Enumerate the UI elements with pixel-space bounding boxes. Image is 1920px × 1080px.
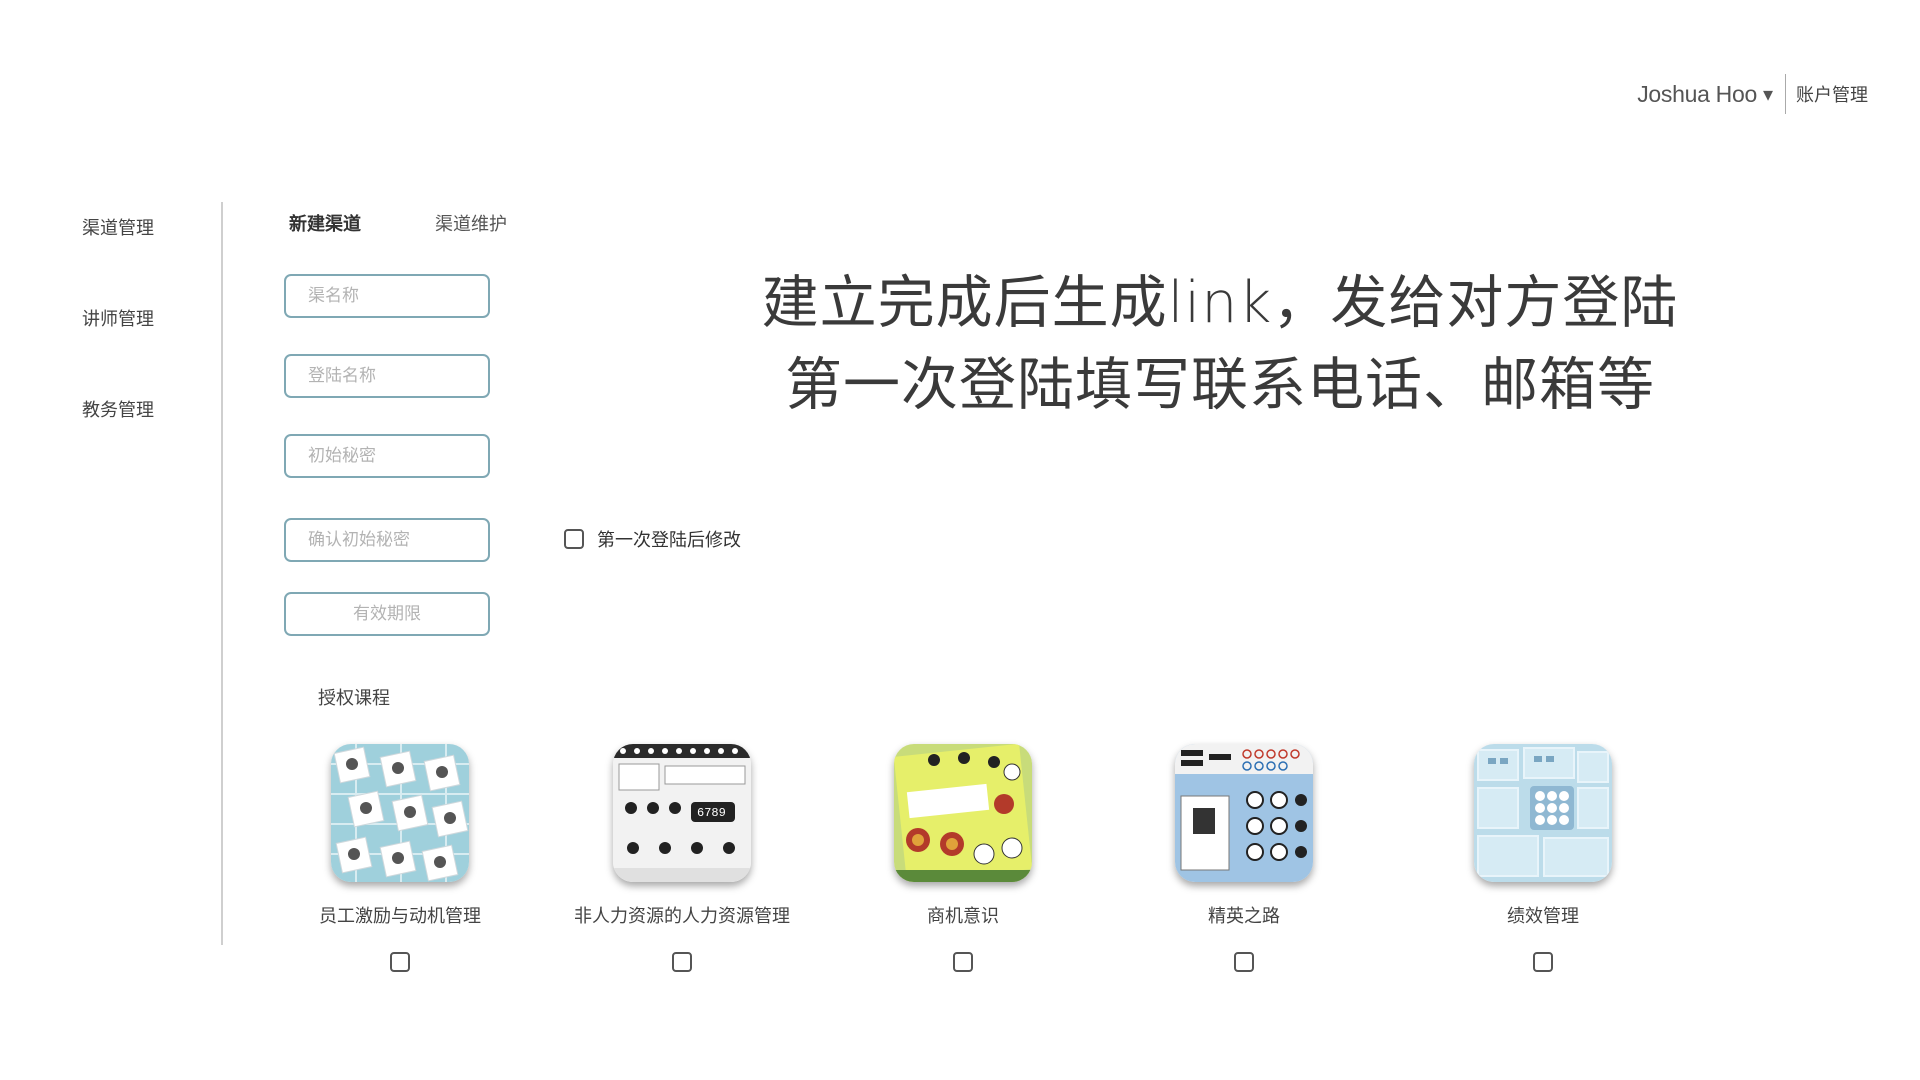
authorized-courses-title: 授权课程 (318, 688, 390, 709)
sidebar-item-lecturer[interactable]: 讲师管理 (82, 305, 154, 330)
sidebar-divider (221, 202, 223, 945)
first-login-checkbox[interactable] (564, 529, 584, 549)
chevron-down-icon[interactable]: ▾ (1763, 82, 1773, 106)
tab-new-channel[interactable]: 新建渠道 (289, 210, 361, 236)
course-label: 精英之路 (1208, 906, 1280, 927)
course-card: 精英之路 (1094, 744, 1394, 972)
elite-path-thumbnail-icon[interactable] (1175, 744, 1313, 882)
account-management-link[interactable]: 账户管理 (1796, 81, 1868, 107)
annotation-line-2: 第一次登陆填写联系电话、邮箱等 (785, 352, 1655, 418)
employee-motivation-thumbnail-icon[interactable] (331, 744, 469, 882)
channel-name-input[interactable] (284, 274, 490, 318)
confirm-password-input[interactable] (284, 518, 490, 562)
user-name[interactable]: Joshua Hoo (1637, 81, 1757, 108)
login-name-input[interactable] (284, 354, 490, 398)
course-checkbox[interactable] (672, 952, 692, 972)
valid-period-input[interactable] (284, 592, 490, 636)
course-checkbox[interactable] (953, 952, 973, 972)
course-label: 绩效管理 (1507, 906, 1579, 927)
sidebar: 渠道管理 讲师管理 教务管理 (82, 214, 154, 487)
sidebar-item-channel[interactable]: 渠道管理 (82, 214, 154, 239)
course-checkbox[interactable] (390, 952, 410, 972)
course-card: 绩效管理 (1393, 744, 1693, 972)
course-checkbox[interactable] (1234, 952, 1254, 972)
business-opportunity-thumbnail-icon[interactable] (894, 744, 1032, 882)
course-checkbox[interactable] (1533, 952, 1553, 972)
user-area: Joshua Hoo ▾ 账户管理 (1637, 74, 1868, 114)
annotation-line-1: 建立完成后生成link，发给对方登陆 (761, 270, 1679, 336)
performance-management-thumbnail-icon[interactable] (1474, 744, 1612, 882)
course-card: 商机意识 (813, 744, 1113, 972)
sidebar-item-academic[interactable]: 教务管理 (82, 396, 154, 421)
svg-text:6789: 6789 (697, 806, 726, 820)
first-login-label: 第一次登陆后修改 (597, 530, 741, 551)
initial-password-input[interactable] (284, 434, 490, 478)
header-divider (1785, 74, 1786, 114)
hr-for-non-hr-thumbnail-icon[interactable]: 6789 (613, 744, 751, 882)
course-label: 员工激励与动机管理 (319, 906, 481, 927)
tab-channel-maintenance[interactable]: 渠道维护 (435, 210, 507, 236)
course-card: 员工激励与动机管理 (250, 744, 550, 972)
first-login-option: 第一次登陆后修改 (564, 526, 741, 552)
course-label: 商机意识 (927, 906, 999, 927)
course-label: 非人力资源的人力资源管理 (574, 906, 790, 927)
course-card: 6789 非人力资源的人力资源管理 (532, 744, 832, 972)
annotation-note: 建立完成后生成link，发给对方登陆 第一次登陆填写联系电话、邮箱等 (700, 262, 1740, 426)
